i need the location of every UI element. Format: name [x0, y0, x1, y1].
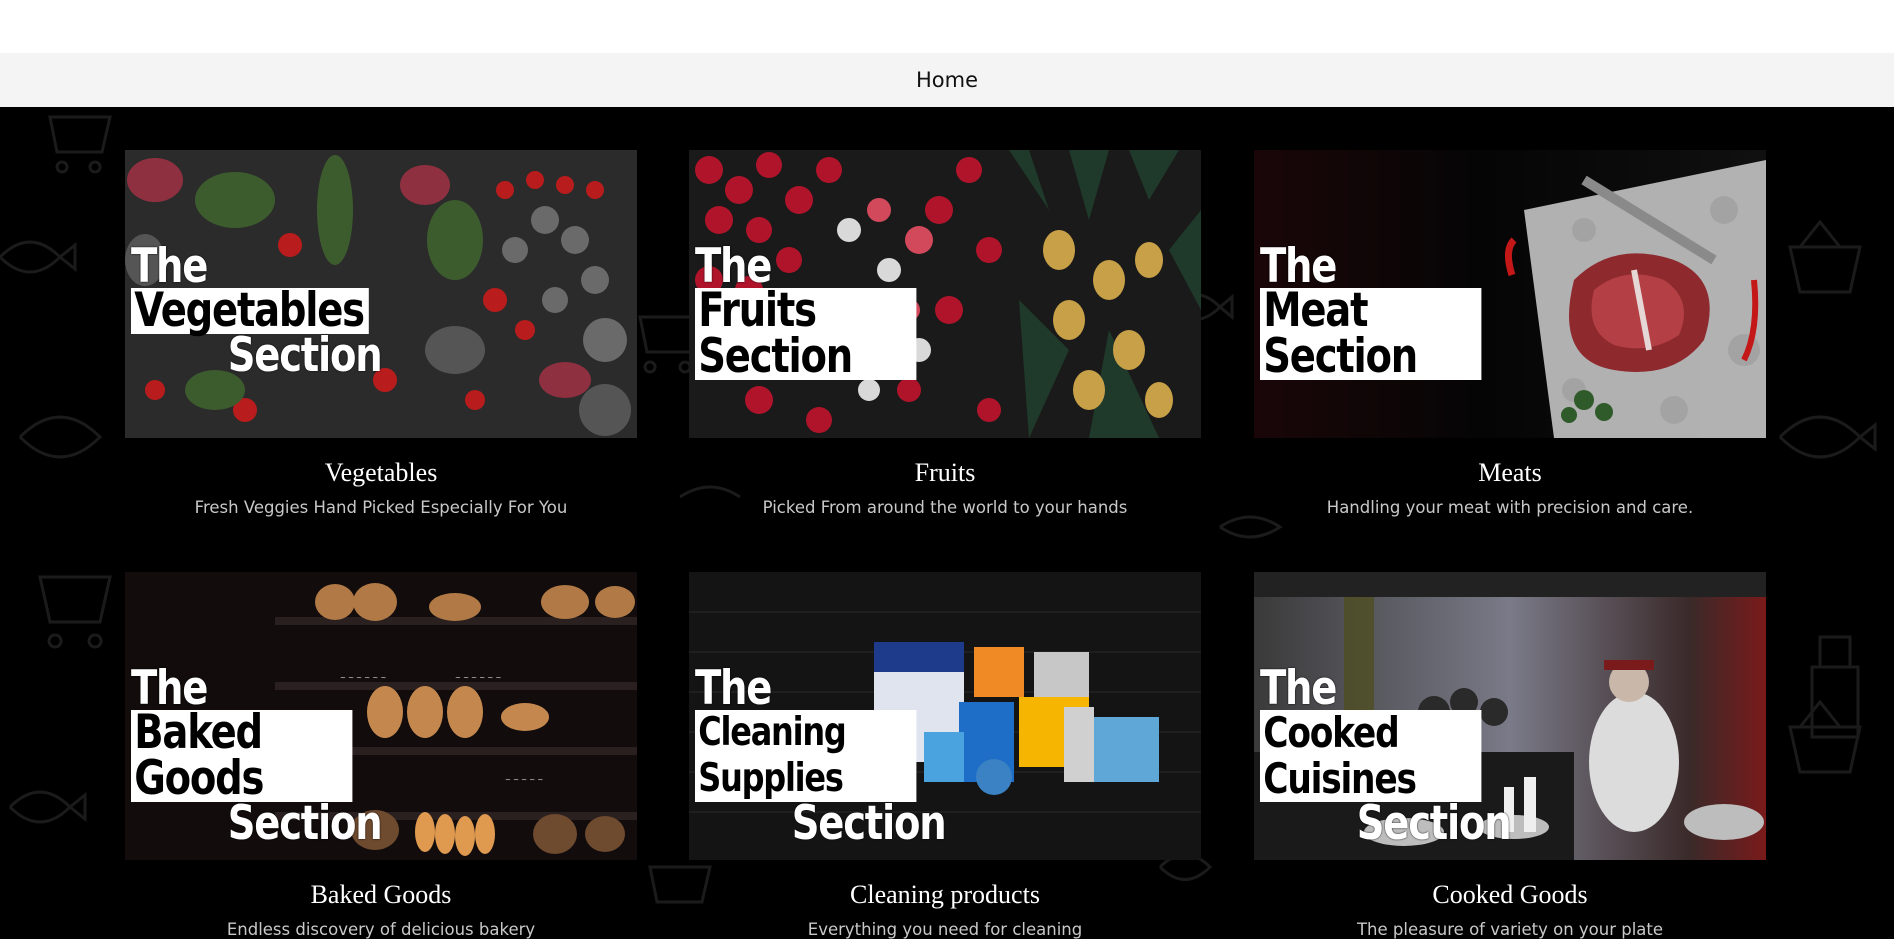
card-vegetables: The Vegetables Section Vegetables Fresh … — [125, 150, 637, 517]
overlay-the: The — [131, 239, 208, 294]
overlay-the: The — [695, 661, 772, 716]
cleaning-supplies-section-image[interactable]: The Cleaning Supplies Section — [689, 572, 1201, 860]
card-description: Handling your meat with precision and ca… — [1326, 498, 1694, 517]
baked-goods-overlay: The Baked Goods Section — [131, 661, 383, 851]
fruits-overlay: The Fruits Section — [695, 239, 917, 380]
overlay-boxed-text: Fruits Section — [695, 287, 917, 380]
card-fruits: The Fruits Section Fruits Picked From ar… — [689, 150, 1201, 517]
cooked-overlay: The Cooked Cuisines Section — [1260, 661, 1512, 851]
overlay-boxed-text: Cooked Cuisines — [1260, 710, 1482, 802]
sections-grid: The Vegetables Section Vegetables Fresh … — [0, 107, 1894, 939]
overlay-the: The — [1260, 661, 1337, 716]
card-title: Baked Goods — [310, 880, 452, 909]
overlay-the: The — [1260, 239, 1337, 294]
card-description: Fresh Veggies Hand Picked Especially For… — [194, 498, 568, 517]
overlay-the: The — [131, 661, 208, 716]
overlay-section: Section — [1356, 796, 1512, 851]
card-cleaning-products: The Cleaning Supplies Section Cleaning p… — [689, 572, 1201, 939]
overlay-section: Section — [227, 328, 383, 383]
vegetables-section-image[interactable]: The Vegetables Section — [125, 150, 637, 438]
top-bar — [0, 0, 1894, 53]
card-title: Meats — [1478, 458, 1542, 487]
overlay-boxed-text: Baked Goods — [131, 709, 353, 802]
cooked-cuisines-section-image[interactable]: The Cooked Cuisines Section — [1254, 572, 1766, 860]
fruits-section-image[interactable]: The Fruits Section — [689, 150, 1201, 438]
card-description: Everything you need for cleaning — [807, 920, 1083, 939]
card-title: Cleaning products — [850, 880, 1040, 909]
svg-text:~ ~ ~ ~ ~ ~: ~ ~ ~ ~ ~ ~ — [455, 674, 501, 682]
card-title: Fruits — [914, 458, 976, 487]
meats-section-image[interactable]: The Meat Section — [1254, 150, 1766, 438]
card-baked-goods: ~ ~ ~ ~ ~ ~ ~ ~ ~ ~ ~ ~ ~ ~ ~ ~ ~ The Bake… — [125, 572, 637, 939]
overlay-the: The — [695, 239, 772, 294]
card-title: Vegetables — [324, 458, 438, 487]
navbar: Home — [0, 53, 1894, 107]
meat-overlay: The Meat Section — [1260, 239, 1482, 380]
svg-text:~ ~ ~ ~ ~: ~ ~ ~ ~ ~ — [505, 776, 543, 784]
card-description: Endless discovery of delicious bakery — [226, 920, 536, 939]
overlay-boxed-text: Meat Section — [1260, 287, 1482, 380]
card-description: The pleasure of variety on your plate — [1356, 920, 1664, 939]
card-cooked-goods: The Cooked Cuisines Section Cooked Goods… — [1254, 572, 1766, 939]
overlay-boxed-text: Cleaning Supplies — [695, 710, 917, 802]
overlay-section: Section — [227, 796, 383, 851]
vegetables-overlay: The Vegetables Section — [131, 239, 383, 383]
card-meats: The Meat Section Meats Handling your mea… — [1254, 150, 1766, 517]
card-description: Picked From around the world to your han… — [762, 498, 1128, 517]
nav-home-link[interactable]: Home — [916, 68, 978, 92]
baked-goods-section-image[interactable]: ~ ~ ~ ~ ~ ~ ~ ~ ~ ~ ~ ~ ~ ~ ~ ~ ~ The Bake… — [125, 572, 637, 860]
cleaning-overlay: The Cleaning Supplies Section — [695, 661, 947, 851]
overlay-section: Section — [791, 796, 947, 851]
card-title: Cooked Goods — [1432, 880, 1588, 909]
